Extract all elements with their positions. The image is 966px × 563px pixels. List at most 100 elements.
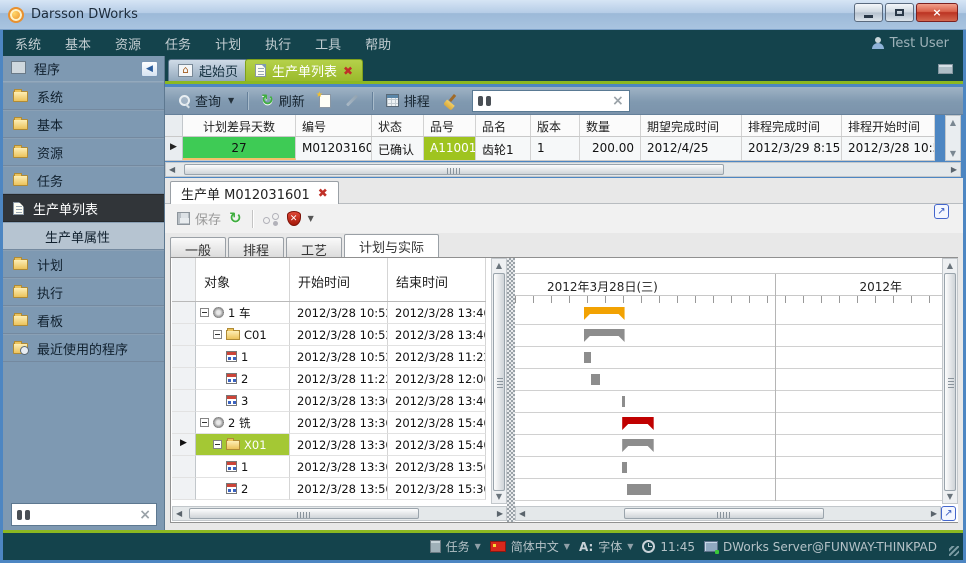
tree-row[interactable]: 22012/3/28 11:222012/3/28 12:00 [172, 368, 486, 390]
tab-生产单列表[interactable]: 生产单列表✖ [245, 59, 363, 81]
vscroll-thumb[interactable] [493, 273, 505, 491]
hscroll-thumb[interactable] [189, 508, 419, 519]
sidebar-item[interactable]: 资源 [3, 138, 164, 166]
task-dropdown-icon[interactable]: ▼ [475, 542, 481, 551]
user-area[interactable]: Test User [872, 36, 949, 51]
tab-close-icon[interactable]: ✖ [343, 65, 353, 77]
tree-cell-start-time[interactable]: 2012/3/28 10:52 [290, 302, 388, 324]
tree-cell-start-time[interactable]: 2012/3/28 11:22 [290, 368, 388, 390]
hscroll-thumb[interactable] [624, 508, 824, 519]
cell-编号[interactable]: M012031601 [296, 137, 372, 160]
column-header-排程完成时间[interactable]: 排程完成时间 [742, 115, 842, 136]
column-header-编号[interactable]: 编号 [296, 115, 372, 136]
gantt-hscrollbar[interactable]: ◀ ▶ [515, 506, 941, 521]
tree-row-selector[interactable] [172, 478, 196, 500]
vscroll-thumb[interactable] [944, 273, 956, 491]
tree-cell-start-time[interactable]: 2012/3/28 13:30 [290, 412, 388, 434]
new-button[interactable] [315, 92, 335, 110]
cell-排程开始时间[interactable]: 2012/3/28 10:52 [842, 137, 935, 160]
tree-row[interactable]: 12012/3/28 10:522012/3/28 11:22 [172, 346, 486, 368]
tree-cell-end-time[interactable]: 2012/3/28 13:40 [388, 390, 486, 412]
sidebar-item[interactable]: 基本 [3, 110, 164, 138]
tree-column-header-结束时间[interactable]: 结束时间 [388, 258, 486, 301]
tree-expander-icon[interactable] [200, 308, 209, 317]
tree-cell-end-time[interactable]: 2012/3/28 13:40 [388, 302, 486, 324]
sidebar-item[interactable]: 任务 [3, 166, 164, 194]
scroll-down-icon[interactable]: ▼ [943, 492, 957, 501]
subtab-排程[interactable]: 排程 [228, 237, 284, 257]
column-header-状态[interactable]: 状态 [372, 115, 424, 136]
sidebar-item[interactable]: 计划 [3, 250, 164, 278]
tree-row-selector[interactable]: ▶ [172, 434, 196, 456]
task-menu[interactable]: 任务 ▼ [430, 538, 481, 555]
tree-cell-object[interactable]: 1 [196, 346, 290, 368]
menu-item-4[interactable]: 任务 [153, 30, 203, 57]
menu-item-1[interactable]: 系统 [3, 30, 53, 57]
resize-grip[interactable] [949, 546, 959, 556]
scroll-left-icon[interactable]: ◀ [176, 509, 182, 518]
query-button[interactable]: 查询 ▼ [175, 89, 238, 112]
cell-版本[interactable]: 1 [531, 137, 580, 160]
tree-expander-icon[interactable] [213, 440, 222, 449]
tree-cell-end-time[interactable]: 2012/3/28 12:00 [388, 368, 486, 390]
tree-row-selector[interactable] [172, 412, 196, 434]
cell-排程完成时间[interactable]: 2012/3/29 8:15 [742, 137, 842, 160]
column-header-品名[interactable]: 品名 [476, 115, 531, 136]
orders-grid-vscrollbar[interactable]: ▲▼ [945, 115, 961, 161]
sidebar-collapse-button[interactable]: ◀ [141, 61, 158, 77]
tree-row[interactable]: 1 车2012/3/28 10:522012/3/28 13:40 [172, 302, 486, 324]
gantt-vscrollbar[interactable]: ▲ ▼ [942, 258, 958, 504]
security-button[interactable]: ✕ ▼ [287, 211, 314, 226]
tree-row-selector[interactable] [172, 368, 196, 390]
tree-cell-object[interactable]: 1 [196, 456, 290, 478]
sidebar-item[interactable]: 生产单属性 [3, 222, 164, 250]
column-header-计划差异天数[interactable]: 计划差异天数 [183, 115, 296, 136]
tree-row-selector[interactable] [172, 324, 196, 346]
sidebar-item[interactable]: 最近使用的程序 [3, 334, 164, 362]
close-button[interactable]: × [916, 3, 958, 22]
tree-cell-end-time[interactable]: 2012/3/28 15:40 [388, 412, 486, 434]
column-header-期望完成时间[interactable]: 期望完成时间 [641, 115, 742, 136]
tree-row-selector[interactable] [172, 456, 196, 478]
cell-状态[interactable]: 已确认 [372, 137, 424, 160]
menu-item-6[interactable]: 执行 [253, 30, 303, 57]
tree-cell-start-time[interactable]: 2012/3/28 10:52 [290, 346, 388, 368]
toolbar-search-input[interactable] [496, 94, 607, 108]
gantt-bar-task[interactable] [584, 352, 591, 363]
tree-cell-object[interactable]: 2 [196, 478, 290, 500]
scroll-left-icon[interactable]: ◀ [169, 165, 175, 174]
security-dropdown-icon[interactable]: ▼ [308, 214, 314, 223]
tree-row[interactable]: 22012/3/28 13:502012/3/28 15:30 [172, 478, 486, 500]
subtab-计划与实际[interactable]: 计划与实际 [344, 234, 439, 257]
sidebar-item[interactable]: 执行 [3, 278, 164, 306]
sidebar-item[interactable]: 生产单列表 [3, 194, 164, 222]
scroll-up-icon[interactable]: ▲ [943, 261, 957, 270]
detail-refresh-button[interactable]: ↻ [229, 211, 242, 226]
tree-hscrollbar[interactable]: ◀ ▶ [172, 506, 507, 521]
column-header-品号[interactable]: 品号 [424, 115, 476, 136]
font-dropdown-icon[interactable]: ▼ [627, 542, 633, 551]
scroll-down-icon[interactable]: ▼ [492, 492, 506, 501]
tree-cell-object[interactable]: C01 [196, 324, 290, 346]
edit-button[interactable] [341, 97, 363, 104]
tree-cell-end-time[interactable]: 2012/3/28 11:22 [388, 346, 486, 368]
flow-button[interactable] [263, 213, 279, 225]
orders-grid-row[interactable]: ▶27M012031601已确认A11001齿轮11200.002012/4/2… [165, 137, 935, 161]
maximize-button[interactable] [885, 3, 914, 22]
tree-row[interactable]: C012012/3/28 10:522012/3/28 13:40 [172, 324, 486, 346]
tree-row[interactable]: 2 铣2012/3/28 13:302012/3/28 15:40 [172, 412, 486, 434]
column-header-排程开始时间[interactable]: 排程开始时间 [842, 115, 935, 136]
cell-品名[interactable]: 齿轮1 [476, 137, 531, 160]
sidebar-search-input[interactable] [34, 508, 135, 522]
minimize-button[interactable] [854, 3, 883, 22]
splitter-handle[interactable] [507, 258, 515, 522]
scroll-down-icon[interactable]: ▼ [950, 149, 956, 158]
tree-cell-start-time[interactable]: 2012/3/28 10:52 [290, 324, 388, 346]
menu-item-2[interactable]: 基本 [53, 30, 103, 57]
scroll-right-icon[interactable]: ▶ [931, 509, 937, 518]
tree-cell-object[interactable]: 2 [196, 368, 290, 390]
toolbar-search-clear-icon[interactable]: × [612, 94, 624, 108]
tree-cell-end-time[interactable]: 2012/3/28 13:50 [388, 456, 486, 478]
tree-cell-object[interactable]: 3 [196, 390, 290, 412]
tree-cell-object[interactable]: 1 车 [196, 302, 290, 324]
